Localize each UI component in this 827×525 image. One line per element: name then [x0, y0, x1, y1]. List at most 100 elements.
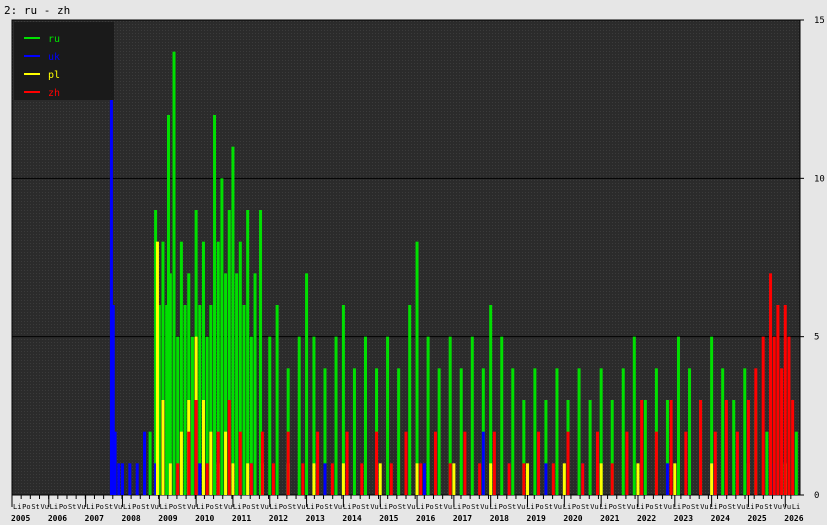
- bar-uk: [113, 431, 117, 495]
- x-month-label: St: [398, 503, 406, 511]
- bar-ru: [231, 146, 235, 495]
- bar-zh: [238, 431, 242, 495]
- bar-pl: [209, 431, 213, 495]
- bar-uk: [198, 463, 202, 495]
- bar-zh: [404, 431, 408, 495]
- x-month-label: Po: [22, 503, 30, 511]
- x-month-label: Li: [526, 503, 534, 511]
- bar-uk: [128, 463, 132, 495]
- x-month-label: Li: [709, 503, 717, 511]
- x-month-label: Po: [719, 503, 727, 511]
- bar-ru: [305, 273, 309, 495]
- x-month-label: St: [215, 503, 223, 511]
- x-year-label: 2006: [48, 514, 67, 523]
- bar-pl: [378, 463, 382, 495]
- x-year-label: 2023: [674, 514, 693, 523]
- bar-zh: [735, 431, 739, 495]
- bar-uk: [323, 463, 327, 495]
- legend-label-uk: uk: [48, 52, 60, 63]
- bar-zh: [761, 336, 765, 495]
- x-month-label: Li: [599, 503, 607, 511]
- x-month-label: Li: [306, 503, 314, 511]
- x-month-label: Li: [489, 503, 497, 511]
- bar-ru: [555, 368, 559, 495]
- x-month-label: St: [251, 503, 259, 511]
- bar-pl: [452, 463, 456, 495]
- bar-ru: [643, 400, 647, 495]
- x-month-label: Vu: [224, 503, 232, 511]
- x-month-label: Po: [389, 503, 397, 511]
- x-month-label: Li: [123, 503, 131, 511]
- bar-pl: [201, 400, 205, 495]
- bar-zh: [216, 431, 220, 495]
- bar-uk: [135, 463, 139, 495]
- bar-zh: [787, 336, 791, 495]
- x-month-label: St: [361, 503, 369, 511]
- bar-ru: [459, 368, 463, 495]
- x-month-label: Po: [535, 503, 543, 511]
- x-month-label: St: [288, 503, 296, 511]
- bar-ru: [213, 115, 217, 495]
- bar-zh: [260, 431, 264, 495]
- bar-ru: [235, 273, 239, 495]
- x-month-label: Li: [50, 503, 58, 511]
- legend-label-ru: ru: [48, 34, 60, 45]
- x-month-label: Vu: [590, 503, 598, 511]
- bar-ru: [688, 368, 692, 495]
- x-year-label: 2008: [121, 514, 140, 523]
- bar-uk: [117, 463, 121, 495]
- bar-zh: [249, 463, 253, 495]
- bar-zh: [316, 431, 320, 495]
- x-month-label: St: [508, 503, 516, 511]
- bar-pl: [155, 241, 159, 495]
- bar-pl: [636, 463, 640, 495]
- x-month-label: Vu: [783, 503, 791, 511]
- bar-zh: [227, 400, 231, 495]
- x-year-label: 2013: [306, 514, 325, 523]
- bar-ru: [426, 336, 430, 495]
- bar-zh: [654, 431, 658, 495]
- bar-zh: [360, 463, 364, 495]
- x-month-label: Vu: [627, 503, 635, 511]
- bar-ru: [533, 368, 537, 495]
- bar-zh: [724, 400, 728, 495]
- x-month-label: Vu: [737, 503, 745, 511]
- bar-ru: [397, 368, 401, 495]
- x-year-label: 2024: [711, 514, 730, 523]
- x-month-label: Vu: [260, 503, 268, 511]
- bar-zh: [301, 463, 305, 495]
- bar-zh: [772, 336, 776, 495]
- x-month-label: Li: [233, 503, 241, 511]
- bar-zh: [389, 463, 393, 495]
- x-month-label: Li: [196, 503, 204, 511]
- bar-zh: [433, 431, 437, 495]
- x-month-label: Po: [169, 503, 177, 511]
- bar-zh: [610, 463, 614, 495]
- bar-ru: [676, 336, 680, 495]
- bar-zh: [205, 463, 209, 495]
- x-month-label: Vu: [77, 503, 85, 511]
- x-month-label: Po: [572, 503, 580, 511]
- x-year-label: 2026: [784, 514, 803, 523]
- x-month-label: St: [764, 503, 772, 511]
- x-month-label: Vu: [774, 503, 782, 511]
- x-month-label: Vu: [480, 503, 488, 511]
- chart-svg: 051015 2005 2006 2007 2008 2009 2010 2011 2012 2…: [11, 16, 825, 523]
- x-month-label: St: [325, 503, 333, 511]
- bar-ru: [437, 368, 441, 495]
- x-year-label: 2018: [490, 514, 509, 523]
- bar-zh: [522, 463, 526, 495]
- x-month-label: Li: [792, 503, 800, 511]
- x-month-label: Li: [13, 503, 21, 511]
- x-month-label: Vu: [370, 503, 378, 511]
- x-month-label: Po: [205, 503, 213, 511]
- x-year-label: 2025: [747, 514, 766, 523]
- bar-zh: [419, 463, 423, 495]
- bar-ru: [500, 336, 504, 495]
- bar-ru: [408, 305, 412, 495]
- x-month-label: Po: [682, 503, 690, 511]
- bar-ru: [415, 241, 419, 495]
- bar-ru: [511, 368, 515, 495]
- bar-ru: [732, 400, 736, 495]
- x-month-label: Po: [315, 503, 323, 511]
